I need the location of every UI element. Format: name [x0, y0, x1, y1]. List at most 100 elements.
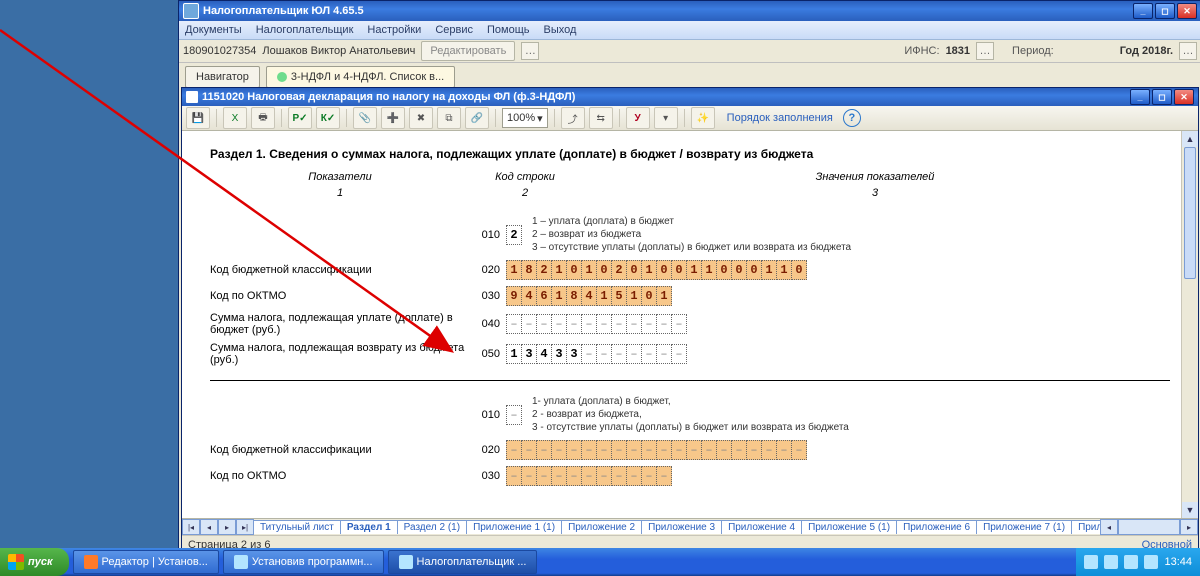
hscroll-left-icon[interactable]: ◂ — [1100, 519, 1118, 535]
more-button[interactable]: … — [521, 42, 539, 60]
minimize-button[interactable]: _ — [1133, 3, 1153, 19]
tray-icon-2[interactable] — [1104, 555, 1118, 569]
help-icon[interactable]: ? — [843, 109, 861, 127]
refresh-icon — [277, 72, 287, 82]
excel-icon[interactable]: X — [223, 107, 247, 129]
save-icon[interactable]: 💾 — [186, 107, 210, 129]
scroll-up-icon[interactable]: ▲ — [1182, 131, 1198, 147]
scroll-down-icon[interactable]: ▼ — [1182, 502, 1198, 518]
menu-settings[interactable]: Настройки — [367, 24, 421, 36]
task-button-2[interactable]: Установив программн... — [223, 550, 384, 574]
field-b010[interactable]: – — [506, 405, 522, 425]
check-k-button[interactable]: К✓ — [316, 107, 340, 129]
sheet-tab[interactable]: Титульный лист — [254, 520, 341, 534]
field-b030[interactable]: ––––––––––– — [506, 466, 672, 486]
ifns-label: ИФНС: — [904, 45, 939, 57]
col-header-3: Значения показателей — [580, 171, 1170, 183]
sheet-tab[interactable]: Приложение 5 (1) — [801, 520, 897, 534]
document-title-bar: 1151020 Налоговая декларация по налогу н… — [182, 88, 1198, 106]
tab-next-icon[interactable]: ▸ — [218, 519, 236, 535]
doc-minimize-button[interactable]: _ — [1130, 89, 1150, 105]
hscroll-thumb[interactable] — [1118, 519, 1180, 535]
sheet-tab[interactable]: Приложение 8 — [1071, 520, 1100, 534]
close-button[interactable]: ✕ — [1177, 3, 1197, 19]
row-030: Код по ОКТМО 030 94618415101 — [210, 286, 1170, 306]
compare-icon[interactable]: ⇆ — [589, 107, 613, 129]
sheet-tab[interactable]: Приложение 6 — [896, 520, 977, 534]
dropdown-icon[interactable]: ▾ — [654, 107, 678, 129]
tray-icon-3[interactable] — [1124, 555, 1138, 569]
vertical-scrollbar[interactable]: ▲ ▼ — [1181, 131, 1198, 518]
tray-icon-4[interactable] — [1144, 555, 1158, 569]
app-window: Налогоплательщик ЮЛ 4.65.5 _ ◻ ✕ Докумен… — [178, 0, 1200, 558]
field-040[interactable]: –––––––––––– — [506, 314, 687, 334]
app-title: Налогоплательщик ЮЛ 4.65.5 — [203, 5, 364, 17]
col-num-1: 1 — [210, 187, 470, 199]
check-r-button[interactable]: Р✓ — [288, 107, 312, 129]
tab-prev-icon[interactable]: ◂ — [200, 519, 218, 535]
sheet-tab[interactable]: Приложение 4 — [721, 520, 802, 534]
app-icon — [183, 3, 199, 19]
task-button-1[interactable]: Редактор | Установ... — [73, 550, 219, 574]
document-list-tab[interactable]: 3-НДФЛ и 4-НДФЛ. Список в... — [266, 66, 455, 88]
link-icon[interactable]: 🔗 — [465, 107, 489, 129]
zoom-select[interactable]: 100%▾ — [502, 108, 548, 128]
tray-icon-1[interactable] — [1084, 555, 1098, 569]
year-label: Год 2018г. — [1120, 45, 1173, 57]
export-icon[interactable]: ⤴ — [561, 107, 585, 129]
field-050[interactable]: 13433––––––– — [506, 344, 687, 364]
start-button[interactable]: пуск — [0, 548, 69, 576]
doc-maximize-button[interactable]: ◻ — [1152, 89, 1172, 105]
doc-close-button[interactable]: ✕ — [1174, 89, 1194, 105]
hscroll-right-icon[interactable]: ▸ — [1180, 519, 1198, 535]
sheet-tabs: Титульный листРаздел 1Раздел 2 (1)Прилож… — [254, 520, 1100, 534]
menu-help[interactable]: Помощь — [487, 24, 530, 36]
row-010: 010 2 1 – уплата (доплата) в бюджет 2 – … — [210, 215, 1170, 254]
legend-010: 1 – уплата (доплата) в бюджет 2 – возвра… — [532, 215, 851, 254]
year-picker[interactable]: … — [1179, 42, 1197, 60]
doc-icon — [186, 91, 198, 103]
section-heading: Раздел 1. Сведения о суммах налога, подл… — [210, 147, 1170, 161]
legend-b010: 1- уплата (доплата) в бюджет, 2 - возвра… — [532, 395, 849, 434]
ifns-picker[interactable]: … — [976, 42, 994, 60]
tab-last-icon[interactable]: ▸| — [236, 519, 254, 535]
col-num-3: 3 — [580, 187, 1170, 199]
maximize-button[interactable]: ◻ — [1155, 3, 1175, 19]
form-page: Раздел 1. Сведения о суммах налога, подл… — [182, 131, 1198, 500]
field-030[interactable]: 94618415101 — [506, 286, 672, 306]
menu-documents[interactable]: Документы — [185, 24, 242, 36]
copy-page-icon[interactable]: ⧉ — [437, 107, 461, 129]
fill-order-link[interactable]: Порядок заполнения — [727, 112, 833, 124]
row-050: Сумма налога, подлежащая возврату из бюд… — [210, 342, 1170, 366]
clock: 13:44 — [1164, 556, 1192, 568]
navigator-button[interactable]: Навигатор — [185, 66, 260, 88]
sheet-tab[interactable]: Приложение 2 — [561, 520, 642, 534]
add-page-icon[interactable]: ➕ — [381, 107, 405, 129]
field-010[interactable]: 2 — [506, 225, 522, 245]
upload-button[interactable]: У — [626, 107, 650, 129]
sheet-tab[interactable]: Приложение 3 — [641, 520, 722, 534]
app-window-icon — [399, 555, 413, 569]
remove-page-icon[interactable]: ✖ — [409, 107, 433, 129]
wand-icon[interactable]: ✨ — [691, 107, 715, 129]
tab-first-icon[interactable]: |◂ — [182, 519, 200, 535]
scroll-thumb[interactable] — [1184, 147, 1196, 279]
menu-exit[interactable]: Выход — [544, 24, 577, 36]
sheet-tab[interactable]: Приложение 7 (1) — [976, 520, 1072, 534]
sheet-tab[interactable]: Раздел 2 (1) — [397, 520, 467, 534]
field-020[interactable]: 18210102010011000110 — [506, 260, 807, 280]
menu-bar: Документы Налогоплательщик Настройки Сер… — [179, 21, 1200, 40]
row-b020: Код бюджетной классификации 020 ––––––––… — [210, 440, 1170, 460]
system-tray[interactable]: 13:44 — [1076, 548, 1200, 576]
menu-taxpayer[interactable]: Налогоплательщик — [256, 24, 354, 36]
task-button-3[interactable]: Налогоплательщик ... — [388, 550, 538, 574]
sheet-tab[interactable]: Раздел 1 — [340, 520, 398, 534]
edit-button[interactable]: Редактировать — [421, 41, 515, 61]
opera-icon — [84, 555, 98, 569]
clip-icon[interactable]: 📎 — [353, 107, 377, 129]
sheet-tab[interactable]: Приложение 1 (1) — [466, 520, 562, 534]
field-b020[interactable]: –––––––––––––––––––– — [506, 440, 807, 460]
menu-service[interactable]: Сервис — [435, 24, 473, 36]
col-header-2: Код строки — [470, 171, 580, 183]
print-icon[interactable]: 🖶 — [251, 107, 275, 129]
